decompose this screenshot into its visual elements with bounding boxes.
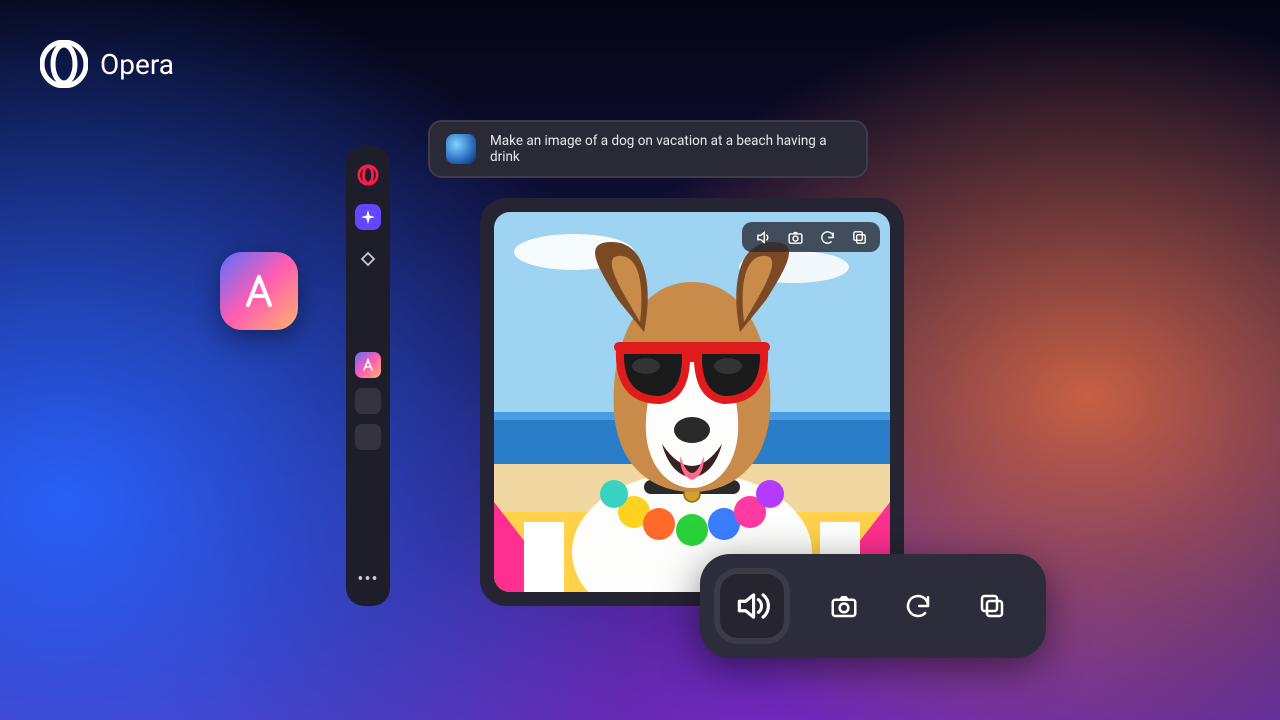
brand-name: Opera <box>100 48 174 81</box>
opera-icon <box>357 164 379 186</box>
opera-icon <box>40 40 88 88</box>
opera-logo: Opera <box>40 40 174 88</box>
refresh-icon <box>819 229 836 246</box>
sidebar-more[interactable]: ••• <box>357 569 378 590</box>
generated-image-wrap <box>494 212 890 592</box>
zoom-toolbar <box>700 554 1046 658</box>
user-avatar <box>446 134 476 164</box>
copy-button[interactable] <box>850 228 868 246</box>
speaker-button[interactable] <box>754 228 772 246</box>
sidebar-thumb-aria[interactable] <box>355 352 381 378</box>
speaker-icon <box>755 229 772 246</box>
camera-button-large[interactable] <box>824 586 864 626</box>
sidebar-thumb-empty-1[interactable] <box>355 388 381 414</box>
aria-app-tile[interactable] <box>220 252 298 330</box>
camera-button[interactable] <box>786 228 804 246</box>
aria-a-icon <box>239 271 279 311</box>
sidebar: ••• <box>346 146 390 606</box>
refresh-button-large[interactable] <box>898 586 938 626</box>
sidebar-item-sparkle[interactable] <box>355 204 381 230</box>
generated-image <box>494 212 890 592</box>
sidebar-item-diamond[interactable] <box>355 246 381 272</box>
camera-icon <box>829 591 859 621</box>
copy-button-large[interactable] <box>972 586 1012 626</box>
speaker-icon <box>733 587 771 625</box>
image-toolbar <box>742 222 880 252</box>
prompt-bar[interactable]: Make an image of a dog on vacation at a … <box>428 120 868 178</box>
copy-icon <box>977 591 1007 621</box>
sidebar-item-opera[interactable] <box>355 162 381 188</box>
camera-icon <box>787 229 804 246</box>
diamond-icon <box>360 251 376 267</box>
aria-a-icon <box>361 358 375 372</box>
speaker-button-large[interactable] <box>714 568 790 644</box>
refresh-button[interactable] <box>818 228 836 246</box>
sparkle-icon <box>360 209 376 225</box>
image-result-panel <box>480 198 904 606</box>
refresh-icon <box>903 591 933 621</box>
copy-icon <box>851 229 868 246</box>
prompt-text: Make an image of a dog on vacation at a … <box>490 133 850 165</box>
sidebar-thumb-empty-2[interactable] <box>355 424 381 450</box>
